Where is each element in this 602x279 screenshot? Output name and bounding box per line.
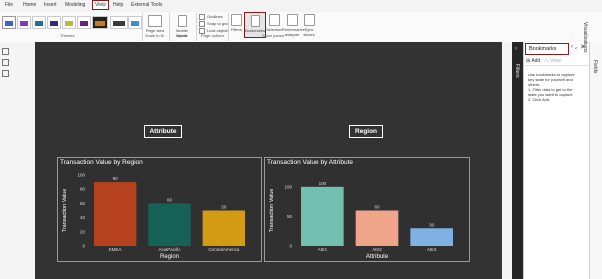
mobile-icon	[177, 15, 187, 27]
tab-insert[interactable]: Insert	[44, 2, 57, 8]
data-label: 100	[319, 181, 327, 186]
y-axis-label: Transaction Value	[269, 189, 275, 233]
x-axis-label: Attribute	[366, 254, 389, 260]
theme-swatch-4[interactable]	[47, 16, 61, 29]
data-label: 50	[221, 205, 227, 210]
y-tick-label: 50	[287, 214, 293, 219]
y-tick-label: 80	[80, 187, 86, 192]
filters-label: Filters	[514, 64, 520, 78]
header-attribute-button[interactable]: Attribute	[144, 125, 182, 138]
chart-region-visual[interactable]: Transaction Value by Region 0 20 40 60 80 100…	[57, 157, 262, 262]
data-label: 30	[429, 222, 435, 227]
y-axis-label: Transaction Value	[62, 189, 68, 233]
ribbon-divider	[196, 13, 197, 41]
visualizations-fields-strip[interactable]: Fields	[589, 42, 602, 279]
theme-swatch-2[interactable]	[17, 16, 31, 29]
group-themes-label: Themes	[60, 33, 75, 38]
divider	[524, 65, 590, 66]
selection-icon	[268, 14, 280, 26]
bar	[301, 186, 344, 246]
tab-modeling[interactable]: Modeling	[65, 2, 85, 8]
group-page-options-label: Page options	[201, 33, 225, 38]
snap-to-grid-checkbox[interactable]: Snap to grid	[199, 21, 229, 27]
add-bookmark-button[interactable]: ⊞ Add	[526, 58, 540, 64]
tab-external-tools[interactable]: External Tools	[131, 2, 162, 8]
ribbon-divider	[142, 13, 143, 41]
bookmarks-pane: Bookmarks ‹ ✕ ⊞ Add ▭ View Use bookmarks…	[523, 42, 590, 279]
bar	[202, 210, 246, 246]
chart-attribute-visual[interactable]: Transaction Value by Attribute 0 50 100 Tra…	[264, 157, 470, 262]
group-scale-label: Scale to fit	[145, 33, 164, 38]
page-view-button[interactable]: Page view	[144, 15, 166, 33]
performance-analyzer-button[interactable]: Performance analyzer	[282, 14, 305, 37]
checkbox-icon	[199, 21, 205, 27]
chart-region-svg: 0 20 40 60 80 100 Transaction Value 90 EMEA 60 Asi…	[62, 173, 246, 260]
x-axis-label: Region	[160, 254, 179, 260]
data-label: 90	[113, 176, 119, 181]
data-label: 60	[167, 197, 173, 202]
tab-view[interactable]: View	[92, 0, 109, 10]
chevron-left-icon[interactable]: ‹	[571, 44, 573, 50]
x-tick-label: EMEA	[109, 247, 122, 252]
y-tick-label: 40	[80, 215, 86, 220]
theme-swatch-1[interactable]	[2, 16, 16, 29]
y-tick-label: 100	[284, 184, 292, 189]
visualizations-tab[interactable]: Visualizations	[582, 22, 588, 52]
theme-swatch-3[interactable]	[32, 16, 46, 29]
filters-pane-button[interactable]: Filters	[229, 14, 244, 32]
x-tick-label: Attr3	[427, 247, 437, 252]
tab-help[interactable]: Help	[113, 2, 123, 8]
header-region-button[interactable]: Region	[349, 125, 383, 138]
x-tick-label: CentralAmerica	[208, 247, 240, 252]
x-tick-label: Attr2	[372, 247, 382, 252]
theme-swatch-6[interactable]	[77, 16, 91, 29]
bookmarks-help-text: Use bookmarks to capture key state for y…	[528, 72, 575, 102]
filter-icon	[231, 14, 242, 26]
fields-tab[interactable]: Fields	[592, 60, 598, 73]
bookmarks-title: Bookmarks	[525, 43, 569, 55]
ribbon-tab-bar: File Home Insert Modeling View Help Exte…	[0, 0, 602, 12]
bar	[93, 182, 137, 246]
theme-swatch-7[interactable]	[92, 16, 108, 29]
theme-swatch-9[interactable]	[128, 16, 142, 29]
y-tick-label: 60	[80, 201, 86, 206]
y-tick-label: 0	[289, 244, 292, 249]
bookmark-icon	[250, 15, 260, 27]
performance-icon	[286, 14, 298, 26]
y-tick-label: 20	[80, 229, 86, 234]
tab-home[interactable]: Home	[23, 2, 36, 8]
tab-file[interactable]: File	[5, 2, 13, 8]
bar	[148, 203, 191, 246]
model-view-icon[interactable]	[2, 70, 9, 77]
sync-slicers-button[interactable]: Sync slicers	[302, 14, 316, 37]
bar	[355, 210, 399, 246]
data-label: 60	[374, 205, 380, 210]
gridlines-checkbox[interactable]: Gridlines	[199, 14, 223, 20]
chart-attribute-svg: 0 50 100 Transaction Value 100 Attr1 60 Attr2 30…	[269, 181, 453, 260]
group-show-panes-label: Show panes	[262, 33, 285, 38]
ribbon-divider	[169, 13, 170, 41]
sync-icon	[303, 14, 315, 26]
data-view-icon[interactable]	[2, 59, 9, 66]
x-tick-label: AsiaPacific	[158, 247, 181, 252]
y-tick-label: 0	[82, 244, 85, 249]
theme-swatch-5[interactable]	[62, 16, 76, 29]
checkbox-icon	[199, 14, 205, 20]
group-mobile-label: Mobile	[176, 33, 188, 38]
report-view-icon[interactable]	[2, 48, 9, 55]
y-tick-label: 100	[77, 173, 85, 178]
theme-swatch-8[interactable]	[110, 16, 128, 29]
chevron-left-icon[interactable]: ‹	[515, 46, 517, 52]
view-bookmark-button[interactable]: ▭ View	[544, 58, 561, 64]
bar	[410, 228, 453, 246]
page-view-icon	[148, 15, 162, 27]
filters-pane-collapsed[interactable]: ‹ Filters	[512, 42, 523, 279]
chevron-left-icon[interactable]: ‹	[575, 46, 577, 52]
x-tick-label: Attr1	[318, 247, 328, 252]
selection-pane-button[interactable]: Selection	[266, 14, 282, 32]
